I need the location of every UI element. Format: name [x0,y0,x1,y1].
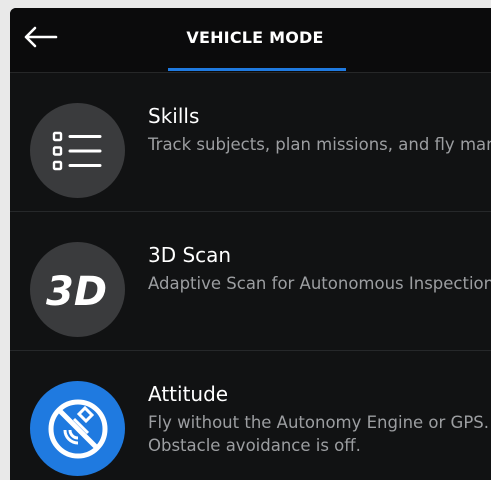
vehicle-mode-screen: VEHICLE MODE Skills Track subjects, plan… [10,8,491,480]
mode-title: 3D Scan [148,243,232,267]
page-title: VEHICLE MODE [186,28,324,47]
list-icon [52,131,101,170]
mode-description: Track subjects, plan missions, and fly m… [148,135,491,154]
mode-icon-circle [30,103,125,198]
title-active-indicator [168,68,346,71]
mode-title: Attitude [148,382,229,406]
mode-description: Fly without the Autonomy Engine or GPS. … [148,413,489,455]
mode-item-skills[interactable]: Skills Track subjects, plan missions, an… [10,73,491,211]
mode-description: Adaptive Scan for Autonomous Inspection. [148,274,491,293]
mode-item-attitude[interactable]: Attitude Fly without the Autonomy Engine… [10,351,491,480]
3d-icon: 3D [46,269,107,313]
mode-title: Skills [148,104,200,128]
mode-icon-circle [30,381,125,476]
no-autonomy-icon [48,399,107,458]
svg-text:3D: 3D [46,269,107,313]
header: VEHICLE MODE [10,8,491,73]
mode-item-3d-scan[interactable]: 3D 3D Scan Adaptive Scan for Autonomous … [10,212,491,350]
arrow-left-icon [24,26,58,48]
mode-icon-circle: 3D [30,242,125,337]
back-button[interactable] [20,20,60,54]
